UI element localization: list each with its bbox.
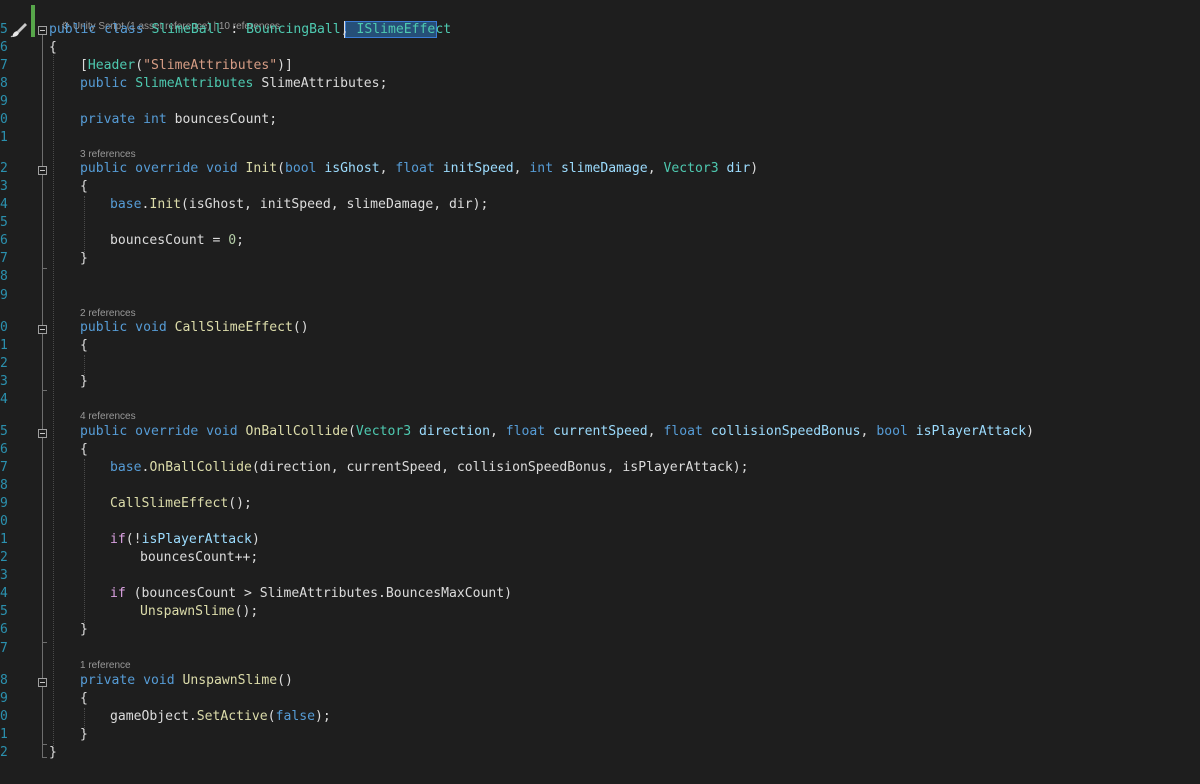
line-number: 4 xyxy=(0,392,8,407)
code-line[interactable]: UnspawnSlime(); xyxy=(140,603,258,621)
line-number: 9 xyxy=(0,691,8,706)
code-line[interactable]: public override void OnBallCollide(Vecto… xyxy=(80,423,1034,441)
line-number: 1 xyxy=(0,130,8,145)
codelens-unspawn-slime[interactable]: 1 reference xyxy=(80,660,131,672)
line-number: 5 xyxy=(0,22,8,37)
code-line[interactable]: private void UnspawnSlime() xyxy=(80,672,293,690)
fold-toggle-init[interactable] xyxy=(38,166,47,175)
line-number: 3 xyxy=(0,568,8,583)
line-number: 8 xyxy=(0,673,8,688)
code-line[interactable]: gameObject.SetActive(false); xyxy=(110,708,331,726)
line-number: 5 xyxy=(0,604,8,619)
line-number: 6 xyxy=(0,40,8,55)
code-line[interactable]: base.OnBallCollide(direction, currentSpe… xyxy=(110,459,749,477)
outline-end-tick xyxy=(42,642,47,643)
code-line[interactable]: } xyxy=(80,373,88,391)
line-number: 2 xyxy=(0,161,8,176)
indent-guide xyxy=(84,459,85,627)
code-line[interactable]: { xyxy=(80,690,88,708)
line-number: 0 xyxy=(0,112,8,127)
line-number: 2 xyxy=(0,356,8,371)
fold-toggle-class[interactable] xyxy=(38,26,47,35)
line-number: 7 xyxy=(0,460,8,475)
line-number: 0 xyxy=(0,320,8,335)
code-line[interactable]: bouncesCount = 0; xyxy=(110,232,244,250)
line-number: 7 xyxy=(0,58,8,73)
code-line[interactable]: private int bouncesCount; xyxy=(80,111,277,129)
outline-line xyxy=(42,30,43,757)
line-number: 4 xyxy=(0,586,8,601)
code-editor[interactable]: 5 6 7 8 9 0 1 2 3 4 5 6 7 8 9 0 1 2 3 4 … xyxy=(0,0,1200,784)
code-line[interactable]: public SlimeAttributes SlimeAttributes; xyxy=(80,75,387,93)
code-line[interactable]: base.Init(isGhost, initSpeed, slimeDamag… xyxy=(110,196,488,214)
code-line[interactable]: public class SlimeBall : BouncingBall, I… xyxy=(49,21,451,39)
line-number: 8 xyxy=(0,478,8,493)
indent-guide xyxy=(53,48,54,748)
line-number: 5 xyxy=(0,215,8,230)
code-line[interactable]: } xyxy=(80,621,88,639)
line-number: 9 xyxy=(0,288,8,303)
line-number: 5 xyxy=(0,424,8,439)
outline-end-tick xyxy=(42,757,47,758)
code-line[interactable]: { xyxy=(80,337,88,355)
code-line[interactable]: } xyxy=(80,726,88,744)
line-number: 3 xyxy=(0,374,8,389)
line-number: 1 xyxy=(0,727,8,742)
line-number: 7 xyxy=(0,641,8,656)
line-number: 0 xyxy=(0,514,8,529)
line-number: 8 xyxy=(0,76,8,91)
line-number: 9 xyxy=(0,94,8,109)
line-number: 6 xyxy=(0,442,8,457)
fold-toggle-call-slime-effect[interactable] xyxy=(38,325,47,334)
line-number: 4 xyxy=(0,197,8,212)
line-number: 6 xyxy=(0,622,8,637)
code-line[interactable]: public override void Init(bool isGhost, … xyxy=(80,160,758,178)
line-number: 2 xyxy=(0,550,8,565)
code-line[interactable]: } xyxy=(49,744,57,762)
code-line[interactable]: [Header("SlimeAttributes")] xyxy=(80,57,293,75)
outline-end-tick xyxy=(42,744,47,745)
code-line[interactable]: } xyxy=(80,250,88,268)
code-line[interactable]: { xyxy=(49,39,57,57)
code-line[interactable]: public void CallSlimeEffect() xyxy=(80,319,309,337)
outline-end-tick xyxy=(42,268,47,269)
line-number: 9 xyxy=(0,496,8,511)
change-tracking-bar xyxy=(31,5,35,37)
fold-toggle-on-ball-collide[interactable] xyxy=(38,429,47,438)
indent-guide xyxy=(84,196,85,256)
code-line[interactable]: if (bouncesCount > SlimeAttributes.Bounc… xyxy=(110,585,512,603)
codelens-on-ball-collide[interactable]: 4 references xyxy=(80,411,136,423)
fold-toggle-unspawn-slime[interactable] xyxy=(38,678,47,687)
code-line[interactable]: if(!isPlayerAttack) xyxy=(110,531,260,549)
line-number: 0 xyxy=(0,709,8,724)
line-number: 1 xyxy=(0,338,8,353)
line-number: 1 xyxy=(0,532,8,547)
code-line[interactable]: CallSlimeEffect(); xyxy=(110,495,252,513)
line-number: 8 xyxy=(0,269,8,284)
line-number: 2 xyxy=(0,745,8,760)
quick-actions-brush-icon[interactable] xyxy=(10,22,28,38)
line-number: 3 xyxy=(0,179,8,194)
code-line[interactable]: { xyxy=(80,178,88,196)
line-number: 6 xyxy=(0,233,8,248)
code-line[interactable]: { xyxy=(80,441,88,459)
code-line[interactable]: bouncesCount++; xyxy=(140,549,258,567)
outline-end-tick xyxy=(42,390,47,391)
line-number: 7 xyxy=(0,251,8,266)
